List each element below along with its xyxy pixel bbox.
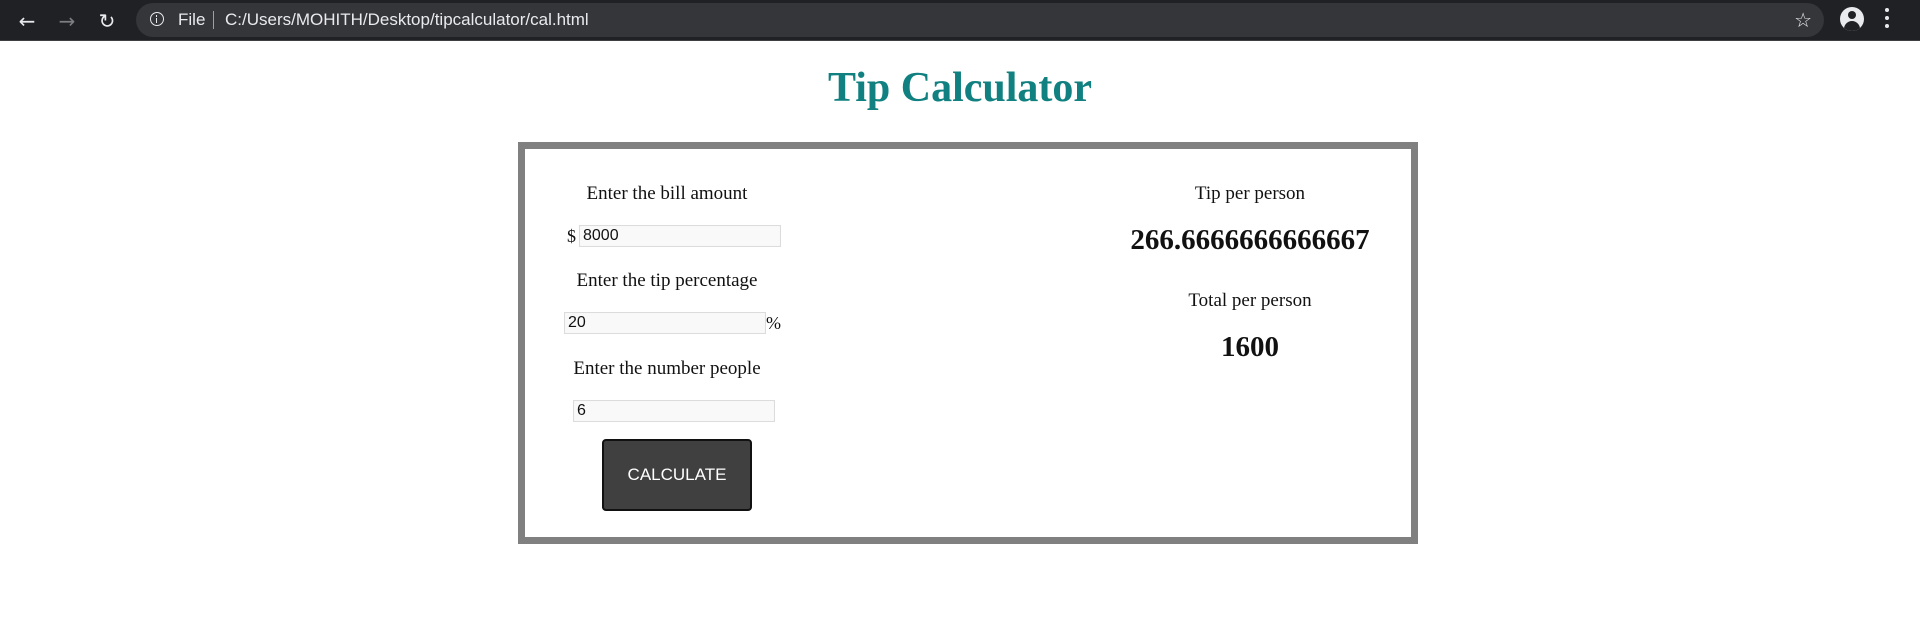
info-icon[interactable] <box>150 12 164 26</box>
tip-per-person-label: Tip per person <box>1194 183 1306 204</box>
browser-toolbar: ← → ↻ File C:/Users/MOHITH/Desktop/tipca… <box>0 0 1920 41</box>
bookmark-star-icon[interactable]: ☆ <box>1794 8 1812 32</box>
reload-icon[interactable]: ↻ <box>90 4 124 38</box>
calculator-panel: Enter the bill amount $ Enter the tip pe… <box>518 142 1418 544</box>
tip-percentage-label: Enter the tip percentage <box>576 270 758 291</box>
tip-per-person-value: 266.6666666666667 <box>1130 224 1370 256</box>
address-bar[interactable]: File C:/Users/MOHITH/Desktop/tipcalculat… <box>136 3 1824 37</box>
percent-suffix: % <box>766 313 781 333</box>
bill-amount-row: $ <box>559 225 781 249</box>
calculate-button[interactable]: CALCULATE <box>602 439 752 511</box>
more-menu-icon[interactable] <box>1885 8 1889 32</box>
bill-amount-label: Enter the bill amount <box>586 183 748 204</box>
people-count-label: Enter the number people <box>573 358 761 379</box>
people-count-row <box>559 400 775 424</box>
forward-arrow-icon[interactable]: → <box>50 4 84 38</box>
total-per-person-value: 1600 <box>1221 331 1279 363</box>
tip-percentage-row: % <box>559 312 781 336</box>
page-title: Tip Calculator <box>827 65 1093 111</box>
url-text[interactable]: C:/Users/MOHITH/Desktop/tipcalculator/ca… <box>225 10 589 30</box>
back-arrow-icon[interactable]: ← <box>10 4 44 38</box>
scheme-separator <box>213 11 214 29</box>
tip-percentage-input[interactable] <box>564 312 766 334</box>
profile-avatar-icon[interactable] <box>1840 7 1864 31</box>
currency-prefix: $ <box>567 226 576 246</box>
bill-amount-input[interactable] <box>579 225 781 247</box>
people-count-input[interactable] <box>573 400 775 422</box>
scheme-label: File <box>178 10 206 29</box>
total-per-person-label: Total per person <box>1188 290 1312 311</box>
